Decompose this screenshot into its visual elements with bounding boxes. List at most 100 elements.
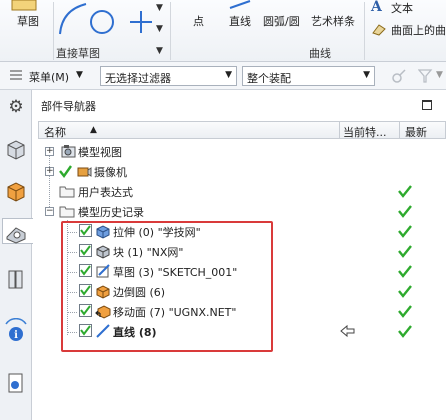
check-mark-icon [58,164,72,181]
filter-dropdown-arrow[interactable]: ▼ [436,70,443,80]
sketch-tools [56,0,160,40]
menu-icon[interactable] [10,70,22,80]
info-icon[interactable]: i [3,317,29,344]
sketch-tools-dropdown-arrow[interactable]: ▼ [156,3,163,13]
group-label-curve: 曲线 [309,47,331,60]
sketch-icon[interactable] [8,0,42,12]
sketch-icon [95,263,111,279]
tree-item-edge-blend[interactable]: 边倒圆 (6) [33,281,446,301]
more-sketch-dropdown-arrow[interactable]: ▼ [156,24,163,34]
feature-checkbox[interactable] [79,264,92,277]
tree-item-extrude[interactable]: 拉伸 (0) "学技网" [33,221,446,241]
panel-title: 部件导航器 [41,100,96,113]
chevron-down-icon: ▼ [363,70,370,80]
tree-item-label: 直线 (8) [113,326,157,339]
latest-check-icon [397,244,413,261]
filter-icon[interactable] [417,68,434,84]
reuse-library-icon[interactable] [3,266,29,292]
assembly-navigator-icon[interactable] [3,136,29,162]
tree-item-model-history[interactable]: − 模型历史记录 [33,201,446,221]
top-border-bar: 菜单(M) ▼ 无选择过滤器 ▼ 整个装配 ▼ ▼ [0,62,446,90]
settings-gear-icon[interactable]: ⚙ [3,94,29,120]
folder-icon [59,184,75,198]
arc-circle-button[interactable]: 圆弧/圆 [263,13,300,29]
selection-filter-value: 无选择过滤器 [105,72,171,85]
surface-curve-icon[interactable] [372,22,386,36]
current-feature-arrow-icon [340,324,356,338]
line-button[interactable]: 直线 [229,13,251,29]
expand-icon[interactable]: + [45,147,54,156]
menu-dropdown-arrow[interactable]: ▼ [76,70,83,80]
tree-item-label: 模型历史记录 [78,206,144,219]
group-label-direct-sketch: 直接草图 [56,47,100,60]
tree-item-model-views[interactable]: + 模型视图 [33,141,446,161]
feature-checkbox[interactable] [79,304,92,317]
model-views-icon [61,143,77,159]
feature-checkbox[interactable] [79,284,92,297]
snap-icon[interactable] [391,68,407,84]
point-button[interactable]: 点 [193,13,204,29]
block-icon [95,243,111,259]
expand-icon[interactable]: + [45,167,54,176]
tree-item-label: 拉伸 (0) "学技网" [113,226,201,239]
tree-item-label: 块 (1) "NX网" [113,246,184,259]
svg-text:i: i [14,330,18,341]
chevron-down-icon: ▼ [225,70,232,80]
tree-item-label: 用户表达式 [78,186,133,199]
latest-check-icon [397,284,413,301]
latest-check-icon [397,184,413,201]
column-latest[interactable]: 最新 [405,124,427,140]
edge-blend-icon [95,283,111,299]
tree-item-line[interactable]: 直线 (8) [33,321,446,341]
ribbon: 草图 ▼ ▼ 直接草图 ▼ 点 直线 圆弧/圆 艺术样条 曲线 A 文本 曲面上… [0,0,446,62]
feature-checkbox[interactable] [79,244,92,257]
tree-item-label: 草图 (3) "SKETCH_001" [113,266,238,279]
latest-check-icon [397,224,413,241]
move-face-icon [95,303,111,319]
column-current-feature[interactable]: 当前特... [343,124,387,140]
camera-icon [76,163,92,179]
column-name[interactable]: 名称 [44,124,66,140]
line-icon[interactable] [228,0,252,10]
tree-item-cameras[interactable]: + 摄像机 [33,161,446,181]
text-button[interactable]: 文本 [391,0,413,16]
latest-check-icon [397,204,413,221]
tree-item-label: 摄像机 [94,166,127,179]
ribbon-separator [53,2,54,60]
extrude-icon [95,223,111,239]
feature-checkbox[interactable] [79,324,92,337]
selection-filter-dropdown[interactable]: 无选择过滤器 ▼ [100,66,237,86]
art-spline-button[interactable]: 艺术样条 [311,13,355,29]
menu-button[interactable]: 菜单(M) [29,69,69,85]
tree-item-block[interactable]: 块 (1) "NX网" [33,241,446,261]
tree-item-sketch[interactable]: 草图 (3) "SKETCH_001" [33,261,446,281]
maximize-icon[interactable] [422,100,432,110]
resource-bar: ⚙ i [0,90,33,420]
column-header: 名称 ▲ 当前特... 最新 [38,121,446,139]
latest-check-icon [397,324,413,341]
part-navigator-icon[interactable] [2,218,33,244]
sketch-button-label[interactable]: 草图 [17,13,39,29]
tree-item-label: 边倒圆 (6) [113,286,166,299]
line-feature-icon [95,323,111,339]
tree-item-user-expressions[interactable]: 用户表达式 [33,181,446,201]
tree-item-move-face[interactable]: 移动面 (7) "UGNX.NET" [33,301,446,321]
latest-check-icon [397,304,413,321]
feature-checkbox[interactable] [79,224,92,237]
selection-scope-value: 整个装配 [247,72,291,85]
sort-ascending-icon[interactable]: ▲ [90,125,97,135]
selection-scope-dropdown[interactable]: 整个装配 ▼ [242,66,375,86]
part-navigator-panel: 部件导航器 名称 ▲ 当前特... 最新 + 模型视图 + 摄像机 用户表达式 … [33,90,446,420]
collapse-icon[interactable]: − [45,207,54,216]
constraint-navigator-icon[interactable] [3,178,29,204]
ribbon-separator [170,2,171,60]
group-dropdown-arrow[interactable]: ▼ [156,46,163,56]
tree-item-label: 模型视图 [78,146,122,159]
surface-curve-button[interactable]: 曲面上的曲 [391,22,446,38]
text-icon[interactable]: A [371,0,385,14]
history-icon[interactable] [3,370,29,396]
folder-icon [59,204,75,218]
latest-check-icon [397,264,413,281]
ribbon-separator [364,2,365,60]
tree-item-label: 移动面 (7) "UGNX.NET" [113,306,237,319]
